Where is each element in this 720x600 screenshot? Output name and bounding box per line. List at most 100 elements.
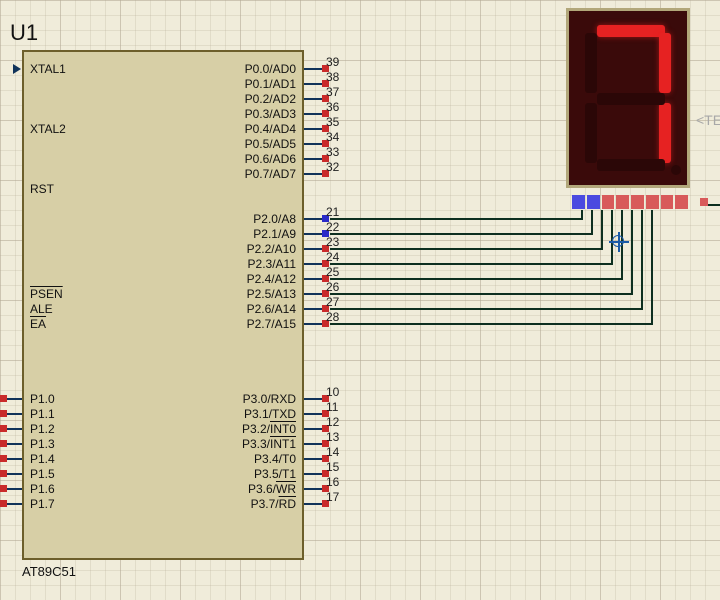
pin-number: 35 <box>326 115 339 129</box>
pin-number: 28 <box>326 310 339 324</box>
pin-stub[interactable] <box>304 488 322 490</box>
component-partname: AT89C51 <box>22 564 76 579</box>
pin-label-p20a8: P2.0/A8 <box>253 212 296 226</box>
pin-label-p27a15: P2.7/A15 <box>247 317 296 331</box>
pin-number: 32 <box>326 160 339 174</box>
pin-label-ea: EA <box>30 317 46 331</box>
pin-stub[interactable] <box>304 503 322 505</box>
pin-number: 25 <box>326 265 339 279</box>
pin-stub[interactable] <box>304 308 322 310</box>
pin-label-p33int1: P3.3/INT1 <box>242 437 296 451</box>
pin-terminal-icon[interactable] <box>0 425 7 432</box>
pin-label-p13: P1.3 <box>30 437 55 451</box>
pin-number: 39 <box>326 55 339 69</box>
segment-f <box>585 33 597 93</box>
pin-stub[interactable] <box>304 443 322 445</box>
pin-stub[interactable] <box>304 113 322 115</box>
pin-stub[interactable] <box>304 473 322 475</box>
display-placeholder-label: <TEX <box>696 112 720 128</box>
segment-g <box>597 93 665 105</box>
pin-terminal-icon[interactable] <box>0 410 7 417</box>
cursor-crosshair-icon <box>612 235 624 247</box>
pin-number: 16 <box>326 475 339 489</box>
pin-stub[interactable] <box>304 173 322 175</box>
pin-label-p35t1: P3.5/T1 <box>254 467 296 481</box>
pin-label-p16: P1.6 <box>30 482 55 496</box>
pin-label-p07ad7: P0.7/AD7 <box>245 167 296 181</box>
seven-segment-display[interactable] <box>566 8 690 188</box>
display-stray-pin <box>700 198 708 206</box>
pin-terminal-icon[interactable] <box>0 455 7 462</box>
pin-label-p23a11: P2.3/A11 <box>248 257 296 271</box>
pin-number: 24 <box>326 250 339 264</box>
pin-number: 11 <box>326 400 338 414</box>
pin-stub[interactable] <box>304 143 322 145</box>
segment-c <box>659 103 671 163</box>
pin-label-p22a10: P2.2/A10 <box>247 242 296 256</box>
pin-stub[interactable] <box>304 98 322 100</box>
pin-label-p03ad3: P0.3/AD3 <box>245 107 296 121</box>
pin-terminal-icon[interactable] <box>0 485 7 492</box>
pin-label-p37rd: P3.7/RD <box>251 497 296 511</box>
pin-terminal-icon[interactable] <box>0 500 7 507</box>
pin-label-p24a12: P2.4/A12 <box>247 272 296 286</box>
pin-stub[interactable] <box>304 233 322 235</box>
pin-number: 36 <box>326 100 339 114</box>
pin-stub[interactable] <box>304 128 322 130</box>
pin-number: 21 <box>326 205 339 219</box>
segment-b <box>659 33 671 93</box>
pin-stub[interactable] <box>304 263 322 265</box>
pin-number: 13 <box>326 430 339 444</box>
pin-label-p15: P1.5 <box>30 467 55 481</box>
pin-number: 12 <box>326 415 339 429</box>
pin-label-rst: RST <box>30 182 54 196</box>
pin-stub[interactable] <box>304 248 322 250</box>
segment-e <box>585 103 597 163</box>
pin-stub[interactable] <box>304 458 322 460</box>
pin-label-p21a9: P2.1/A9 <box>253 227 296 241</box>
pin-number: 37 <box>326 85 339 99</box>
pin-label-xtal2: XTAL2 <box>30 122 66 136</box>
pin-terminal-icon[interactable] <box>0 470 7 477</box>
pin-number: 23 <box>326 235 339 249</box>
segment-d <box>597 159 665 171</box>
pin-number: 10 <box>326 385 339 399</box>
pin-label-p14: P1.4 <box>30 452 55 466</box>
pin-label-p12: P1.2 <box>30 422 55 436</box>
pin-label-p11: P1.1 <box>30 407 55 421</box>
pin-label-p17: P1.7 <box>30 497 55 511</box>
pin-stub[interactable] <box>304 413 322 415</box>
pin-label-p30rxd: P3.0/RXD <box>243 392 296 406</box>
pin-stub[interactable] <box>304 218 322 220</box>
pin-stub[interactable] <box>304 323 322 325</box>
pin-number: 14 <box>326 445 339 459</box>
pin-number: 15 <box>326 460 339 474</box>
pin-label-p31txd: P3.1/TXD <box>244 407 296 421</box>
pin-stub[interactable] <box>304 68 322 70</box>
pin-label-ale: ALE <box>30 302 53 316</box>
pin-stub[interactable] <box>304 398 322 400</box>
pin-terminal-icon[interactable] <box>0 395 7 402</box>
pin-number: 26 <box>326 280 339 294</box>
pin-terminal-icon[interactable] <box>0 440 7 447</box>
pin-stub[interactable] <box>304 83 322 85</box>
pin-label-p10: P1.0 <box>30 392 55 406</box>
pin-label-p00ad0: P0.0/AD0 <box>245 62 296 76</box>
pin-number: 38 <box>326 70 339 84</box>
pin-stub[interactable] <box>304 278 322 280</box>
pin-stub[interactable] <box>304 293 322 295</box>
pin-label-psen: PSEN <box>30 287 63 301</box>
pin-label-p01ad1: P0.1/AD1 <box>245 77 296 91</box>
pin-stub[interactable] <box>304 158 322 160</box>
component-refdes: U1 <box>10 20 38 46</box>
pin-number: 33 <box>326 145 339 159</box>
pin-label-p34t0: P3.4/T0 <box>254 452 296 466</box>
pin-label-p32int0: P3.2/INT0 <box>242 422 296 436</box>
pin-stub[interactable] <box>304 428 322 430</box>
pin-label-p02ad2: P0.2/AD2 <box>245 92 296 106</box>
display-pin-row <box>572 195 688 209</box>
pin-label-xtal1: XTAL1 <box>30 62 66 76</box>
pin-label-p05ad5: P0.5/AD5 <box>245 137 296 151</box>
pin-number: 34 <box>326 130 339 144</box>
pin-number: 27 <box>326 295 339 309</box>
